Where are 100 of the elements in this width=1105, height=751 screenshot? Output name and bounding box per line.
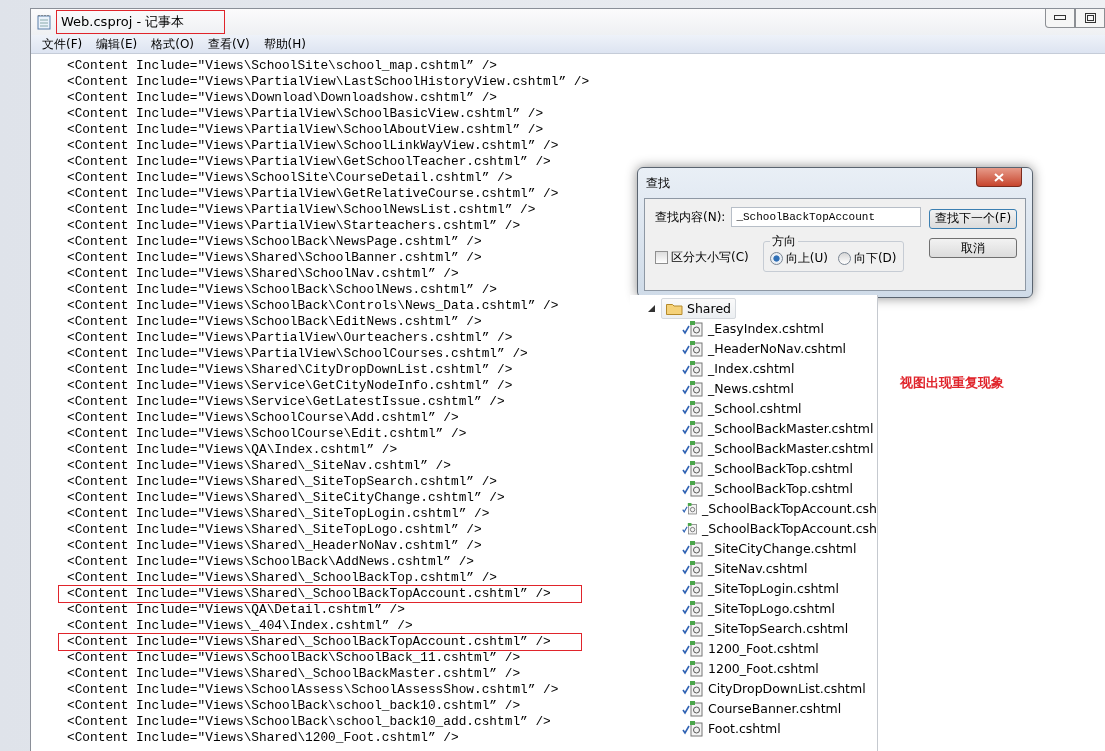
code-line: <Content Include="Views\_404\Index.cshtml” />	[67, 618, 413, 634]
checked-file-icon	[682, 539, 704, 557]
code-line: <Content Include="Views\SchoolBack\school_back10.cshtml” />	[67, 698, 521, 714]
tree-item[interactable]: CityDropDownList.cshtml	[708, 680, 866, 696]
code-line: <Content Include="Views\Shared\_SchoolBackTop.cshtml” />	[67, 570, 498, 586]
code-line: <Content Include="Views\PartialView\Starteachers.cshtml” />	[67, 218, 521, 234]
find-field[interactable]: _SchoolBackTopAccount	[731, 207, 921, 227]
code-line: <Content Include="Views\PartialView\LastSchoolHistoryView.cshtml” />	[67, 74, 590, 90]
tree-item[interactable]: _EasyIndex.cshtml	[708, 320, 824, 336]
tree-item[interactable]: _SchoolBackTopAccount.csh	[702, 520, 877, 536]
menu-item[interactable]: 格式(O)	[144, 35, 202, 53]
code-line: <Content Include="Views\Shared\_SchoolBackMaster.cshtml” />	[67, 666, 521, 682]
folder-icon	[666, 301, 683, 315]
close-button[interactable]	[976, 168, 1022, 187]
checked-file-icon	[682, 479, 704, 497]
code-line: <Content Include="Views\SchoolBack\Controls\News_Data.cshtml” />	[67, 298, 559, 314]
checked-file-icon	[682, 559, 704, 577]
tree-item[interactable]: _Index.cshtml	[708, 360, 795, 376]
checked-file-icon	[682, 719, 704, 737]
dialog-title: 查找	[645, 174, 670, 192]
maximize-button[interactable]	[1075, 9, 1105, 28]
maximize-icon	[1084, 13, 1096, 23]
find-next-button[interactable]: 查找下一个(F)	[929, 208, 1017, 229]
window-title: Web.csproj - 记事本	[57, 11, 225, 33]
menu-item[interactable]: 文件(F)	[35, 35, 90, 53]
tree-item[interactable]: _SchoolBackTop.cshtml	[708, 460, 854, 476]
minimize-icon	[1054, 15, 1066, 21]
code-line: <Content Include="Views\SchoolSite\school_map.cshtml” />	[67, 58, 498, 74]
code-line: <Content Include="Views\PartialView\GetRelativeCourse.cshtml” />	[67, 186, 559, 202]
radio-button[interactable]	[769, 252, 783, 265]
radio-button[interactable]	[837, 252, 851, 265]
code-line: <Content Include="Views\Service\GetLatestIssue.cshtml” />	[67, 394, 505, 410]
code-line: <Content Include="Views\SchoolSite\CourseDetail.cshtml” />	[67, 170, 513, 186]
tree-item[interactable]: _SchoolBackMaster.cshtml	[708, 420, 874, 436]
code-line: <Content Include="Views\Shared\SchoolNav.cshtml” />	[67, 266, 459, 282]
tree-item[interactable]: Foot.cshtml	[708, 720, 781, 736]
tree-item[interactable]: 1200_Foot.cshtml	[708, 640, 819, 656]
radio-label: 向上(U)	[785, 250, 828, 267]
code-line: <Content Include="Views\Shared\SchoolBanner.cshtml” />	[67, 250, 482, 266]
match-case-checkbox[interactable]	[655, 251, 668, 264]
tree-item[interactable]: CourseBanner.cshtml	[708, 700, 842, 716]
annotation-text: 视图出现重复现象	[900, 374, 1004, 392]
collapse-icon[interactable]	[648, 304, 655, 312]
code-line: <Content Include="Views\PartialView\Ourteachers.cshtml” />	[67, 330, 513, 346]
checked-file-icon	[682, 659, 704, 677]
code-line: <Content Include="Views\SchoolCourse\Add.cshtml” />	[67, 410, 459, 426]
tree-item[interactable]: _SchoolBackTopAccount.csh	[702, 500, 877, 516]
tree-item[interactable]: _SchoolBackMaster.cshtml	[708, 440, 874, 456]
tree-item[interactable]: _SiteTopLogo.cshtml	[708, 600, 835, 616]
code-line: <Content Include="Views\Download\Downloadshow.cshtml” />	[67, 90, 498, 106]
menu-item[interactable]: 查看(V)	[201, 35, 257, 53]
tree-item[interactable]: _SchoolBackTop.cshtml	[708, 480, 854, 496]
code-line: <Content Include="Views\PartialView\SchoolBasicView.cshtml” />	[67, 106, 544, 122]
checked-file-icon	[682, 699, 704, 717]
tree-folder[interactable]: Shared	[661, 297, 736, 319]
cancel-button[interactable]: 取消	[929, 238, 1017, 258]
code-line: <Content Include="Views\SchoolAssess\SchoolAssessShow.cshtml” />	[67, 682, 559, 698]
tree-item[interactable]: 1200_Foot.cshtml	[708, 660, 819, 676]
code-line: <Content Include="Views\QA\Detail.cshtml” />	[67, 602, 405, 618]
checked-file-icon	[682, 439, 704, 457]
code-line: <Content Include="Views\SchoolBack\EditNews.cshtml” />	[67, 314, 482, 330]
code-line: <Content Include="Views\SchoolBack\SchoolBack_11.cshtml” />	[67, 650, 521, 666]
code-line: <Content Include="Views\Shared\_SiteNav.cshtml” />	[67, 458, 451, 474]
code-line: <Content Include="Views\Service\GetCityNodeInfo.cshtml” />	[67, 378, 513, 394]
tree-item[interactable]: _HeaderNoNav.cshtml	[708, 340, 847, 356]
code-line: <Content Include="Views\PartialView\SchoolNewsList.cshtml” />	[67, 202, 536, 218]
checked-file-icon	[682, 619, 704, 637]
code-line: <Content Include="Views\Shared\_HeaderNoNav.cshtml” />	[67, 538, 482, 554]
code-line: <Content Include="Views\Shared\_SiteTopLogo.cshtml” />	[67, 522, 482, 538]
direction-label: 方向	[770, 233, 797, 250]
code-line: <Content Include="Views\PartialView\GetSchoolTeacher.cshtml” />	[67, 154, 551, 170]
checked-file-icon	[682, 679, 704, 697]
match-case-label: 区分大小写(C)	[671, 249, 749, 266]
tree-item[interactable]: _SiteTopSearch.cshtml	[708, 620, 849, 636]
checked-file-icon	[682, 319, 704, 337]
code-line: <Content Include="Views\Shared\_SchoolBackTopAccount.cshtml” />	[59, 634, 581, 650]
notepad-icon	[37, 14, 51, 30]
find-label: 查找内容(N):	[655, 208, 726, 226]
code-line: <Content Include="Views\Shared\_SchoolBackTopAccount.cshtml” />	[59, 586, 581, 602]
code-line: <Content Include="Views\Shared\1200_Foot.cshtml” />	[67, 730, 459, 746]
radio-label: 向下(D)	[853, 250, 897, 267]
menu-item[interactable]: 编辑(E)	[89, 35, 145, 53]
code-line: <Content Include="Views\Shared\CityDropDownList.cshtml” />	[67, 362, 513, 378]
checked-file-icon	[682, 419, 704, 437]
menu-item[interactable]: 帮助(H)	[256, 35, 313, 53]
minimize-button[interactable]	[1045, 9, 1075, 28]
tree-item[interactable]: _SiteNav.cshtml	[708, 560, 808, 576]
checked-file-icon	[682, 639, 704, 657]
checked-file-icon	[682, 399, 704, 417]
code-line: <Content Include="Views\QA\Index.cshtml” />	[67, 442, 398, 458]
checked-file-icon	[682, 359, 704, 377]
code-line: <Content Include="Views\SchoolBack\NewsPage.cshtml” />	[67, 234, 482, 250]
code-line: <Content Include="Views\SchoolBack\AddNews.cshtml” />	[67, 554, 474, 570]
code-line: <Content Include="Views\SchoolBack\SchoolNews.cshtml” />	[67, 282, 498, 298]
checked-file-icon	[682, 459, 704, 477]
tree-item[interactable]: _SiteTopLogin.cshtml	[708, 580, 839, 596]
tree-item[interactable]: _News.cshtml	[708, 380, 794, 396]
tree-item[interactable]: _School.cshtml	[708, 400, 802, 416]
code-line: <Content Include="Views\Shared\_SiteCityChange.cshtml” />	[67, 490, 505, 506]
tree-item[interactable]: _SiteCityChange.cshtml	[708, 540, 857, 556]
